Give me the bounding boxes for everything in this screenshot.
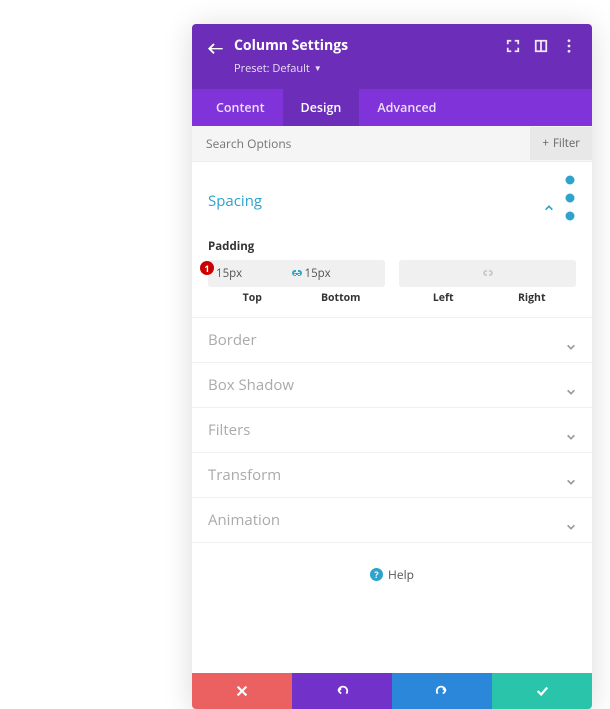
unlink-icon[interactable] (480, 266, 496, 282)
section-animation-header[interactable]: Animation (208, 510, 576, 530)
section-animation-title: Animation (208, 510, 566, 530)
chevron-down-icon (566, 380, 576, 390)
tab-design[interactable]: Design (283, 89, 360, 126)
section-filters: Filters (192, 408, 592, 453)
padding-top-input[interactable] (208, 260, 297, 287)
section-spacing: Spacing Padding 1 (192, 162, 592, 318)
layout-icon[interactable] (534, 39, 548, 53)
section-filters-header[interactable]: Filters (208, 420, 576, 440)
section-transform: Transform (192, 453, 592, 498)
padding-right-input[interactable] (488, 260, 577, 287)
tab-content[interactable]: Content (198, 89, 283, 126)
section-spacing-header[interactable]: Spacing (208, 174, 576, 227)
section-transform-header[interactable]: Transform (208, 465, 576, 485)
expand-icon[interactable] (506, 39, 520, 53)
help-icon: ? (370, 568, 383, 581)
preset-selector[interactable]: Preset: Default ▼ (234, 61, 322, 76)
section-box-shadow: Box Shadow (192, 363, 592, 408)
caret-down-icon: ▼ (314, 63, 322, 74)
step-marker: 1 (200, 261, 214, 275)
section-filters-title: Filters (208, 420, 566, 440)
filter-label: Filter (553, 136, 580, 151)
padding-top-label: Top (208, 291, 297, 305)
section-border: Border (192, 318, 592, 363)
section-menu-icon[interactable] (564, 174, 576, 227)
padding-group-horizontal (399, 260, 576, 287)
section-box-shadow-title: Box Shadow (208, 375, 566, 395)
section-box-shadow-header[interactable]: Box Shadow (208, 375, 576, 395)
cancel-button[interactable] (192, 673, 292, 709)
chevron-down-icon (566, 515, 576, 525)
settings-panel: Column Settings Preset: Default ▼ Conten… (192, 24, 592, 709)
undo-button[interactable] (292, 673, 392, 709)
back-icon[interactable] (208, 39, 224, 53)
help-link[interactable]: ? Help (370, 566, 414, 583)
tab-advanced[interactable]: Advanced (359, 89, 454, 126)
panel-header: Column Settings Preset: Default ▼ (192, 24, 592, 89)
plus-icon: + (542, 136, 549, 151)
save-button[interactable] (492, 673, 592, 709)
tab-bar: Content Design Advanced (192, 89, 592, 126)
link-icon[interactable] (289, 266, 305, 282)
filter-button[interactable]: + Filter (530, 127, 592, 160)
chevron-down-icon (566, 335, 576, 345)
padding-label: Padding (208, 239, 576, 254)
redo-button[interactable] (392, 673, 492, 709)
help-row: ? Help (192, 543, 592, 673)
padding-bottom-label: Bottom (297, 291, 386, 305)
help-label: Help (388, 566, 414, 583)
section-border-title: Border (208, 330, 566, 350)
section-border-header[interactable]: Border (208, 330, 576, 350)
search-input[interactable] (192, 126, 530, 161)
search-row: + Filter (192, 126, 592, 162)
preset-label: Preset: Default (234, 61, 310, 76)
section-animation: Animation (192, 498, 592, 543)
padding-bottom-input[interactable] (297, 260, 386, 287)
padding-right-label: Right (488, 291, 577, 305)
chevron-up-icon (544, 196, 554, 206)
padding-group-vertical (208, 260, 385, 287)
padding-left-label: Left (399, 291, 488, 305)
section-transform-title: Transform (208, 465, 566, 485)
kebab-menu-icon[interactable] (562, 39, 576, 53)
padding-left-input[interactable] (399, 260, 488, 287)
panel-title: Column Settings (234, 36, 496, 55)
section-spacing-title: Spacing (208, 191, 544, 211)
chevron-down-icon (566, 470, 576, 480)
footer-actions (192, 673, 592, 709)
chevron-down-icon (566, 425, 576, 435)
